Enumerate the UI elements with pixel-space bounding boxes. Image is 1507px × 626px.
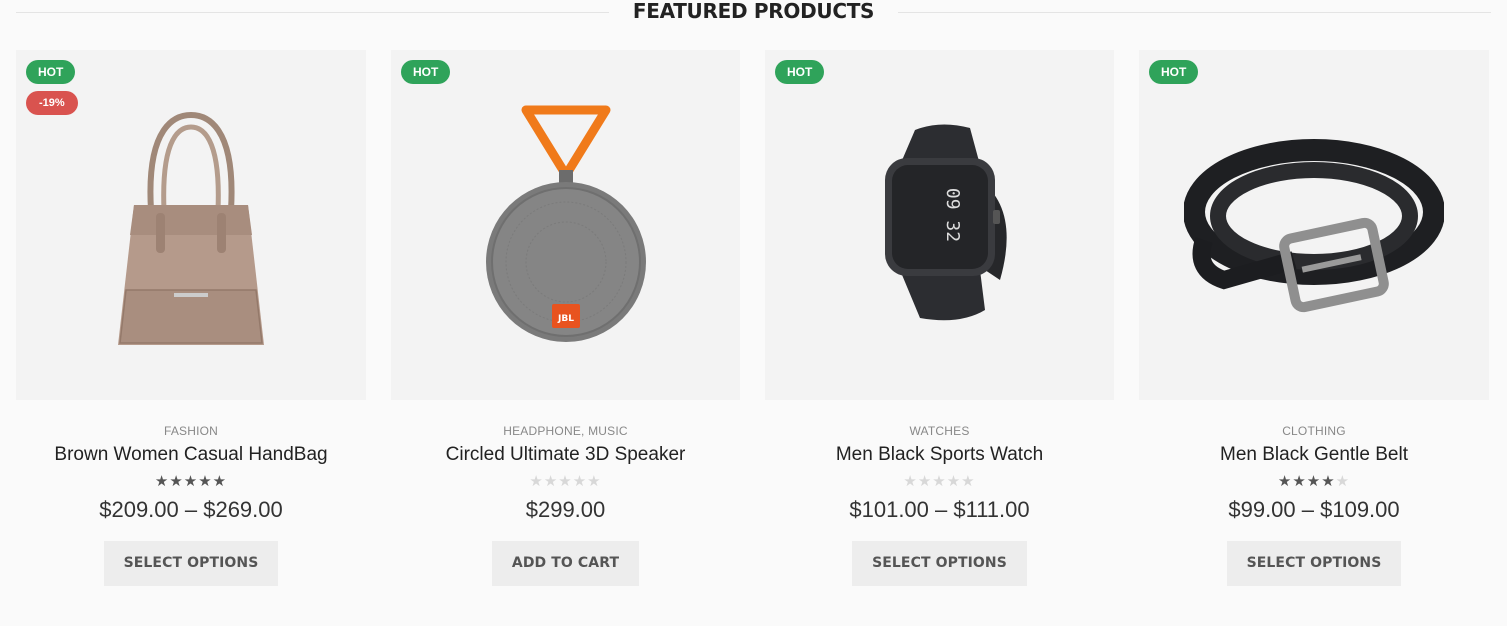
- star-icon: ★: [529, 473, 544, 490]
- section-header: FEATURED PRODUCTS: [16, 0, 1492, 24]
- product-card: HOT 09 32 WATCHES Men Black Sports Watch…: [765, 50, 1114, 586]
- star-icon: ★: [572, 473, 588, 490]
- star-icon: ★: [212, 473, 228, 490]
- star-icon: ★: [543, 473, 559, 490]
- star-rating: ★★★★★: [391, 474, 740, 490]
- star-icon: ★: [558, 473, 573, 490]
- star-icon: ★: [1292, 473, 1307, 490]
- hot-badge: HOT: [1149, 60, 1199, 84]
- product-image-link[interactable]: HOT -19%: [16, 50, 366, 400]
- product-price: $299.00: [525, 497, 606, 522]
- sale-badge: -19%: [26, 91, 78, 115]
- star-icon: ★: [183, 473, 199, 490]
- handbag-image: [118, 111, 264, 345]
- add-to-cart-button[interactable]: ADD TO CART: [491, 541, 640, 586]
- product-category-link[interactable]: FASHION: [16, 424, 366, 438]
- product-category-link[interactable]: WATCHES: [765, 424, 1114, 438]
- star-icon: ★: [587, 473, 602, 490]
- product-title-link[interactable]: Men Black Gentle Belt: [1139, 444, 1489, 466]
- star-icon: ★: [154, 473, 170, 490]
- featured-products-section: FEATURED PRODUCTS HOT -19% FASHION Brown…: [0, 0, 1507, 626]
- select-options-button[interactable]: SELECT OPTIONS: [103, 541, 279, 586]
- watch-time-text: 09 32: [942, 188, 963, 242]
- section-title: FEATURED PRODUCTS: [632, 0, 875, 23]
- jbl-logo-text: JBL: [557, 314, 574, 324]
- star-icon: ★: [1306, 473, 1322, 490]
- product-card: HOT JBL HEADPHONE, MUSIC Circled Ultimat…: [391, 50, 740, 586]
- product-category-link[interactable]: HEADPHONE, MUSIC: [391, 424, 740, 438]
- star-icon: ★: [198, 473, 213, 490]
- product-price: $209.00 – $269.00: [99, 497, 283, 522]
- product-image-link[interactable]: HOT JBL: [391, 50, 740, 400]
- product-card: HOT CLOTHING Men Black Gentle Belt ★★★★★…: [1139, 50, 1489, 586]
- product-grid: HOT -19% FASHION Brown Women Casual Hand…: [16, 50, 1489, 586]
- star-icon: ★: [1321, 473, 1336, 490]
- star-rating: ★★★★★: [16, 474, 366, 490]
- product-price: $101.00 – $111.00: [849, 497, 1030, 522]
- star-icon: ★: [961, 473, 976, 490]
- star-rating: ★★★★★: [765, 474, 1114, 490]
- hot-badge: HOT: [775, 60, 825, 84]
- select-options-button[interactable]: SELECT OPTIONS: [1226, 541, 1402, 586]
- star-rating: ★★★★★: [1139, 474, 1489, 490]
- product-price: $99.00 – $109.00: [1228, 497, 1400, 522]
- speaker-image: JBL: [485, 105, 646, 342]
- star-icon: ★: [946, 473, 962, 490]
- product-image-link[interactable]: HOT: [1139, 50, 1489, 400]
- star-icon: ★: [932, 473, 947, 490]
- product-card: HOT -19% FASHION Brown Women Casual Hand…: [16, 50, 366, 586]
- select-options-button[interactable]: SELECT OPTIONS: [852, 541, 1027, 586]
- product-category-link[interactable]: CLOTHING: [1139, 424, 1489, 438]
- smartwatch-image: 09 32: [884, 124, 1007, 321]
- header-divider-left: [16, 11, 609, 13]
- product-title-link[interactable]: Brown Women Casual HandBag: [16, 444, 366, 466]
- product-title-link[interactable]: Men Black Sports Watch: [765, 444, 1114, 466]
- star-icon: ★: [1335, 473, 1351, 490]
- star-icon: ★: [917, 473, 933, 490]
- belt-image: [1184, 139, 1444, 313]
- hot-badge: HOT: [401, 60, 451, 84]
- header-divider-right: [898, 11, 1492, 13]
- product-title-link[interactable]: Circled Ultimate 3D Speaker: [391, 444, 740, 466]
- star-icon: ★: [903, 473, 918, 490]
- star-icon: ★: [1277, 473, 1293, 490]
- hot-badge: HOT: [26, 60, 76, 84]
- product-image-link[interactable]: HOT 09 32: [765, 50, 1114, 400]
- star-icon: ★: [169, 473, 184, 490]
